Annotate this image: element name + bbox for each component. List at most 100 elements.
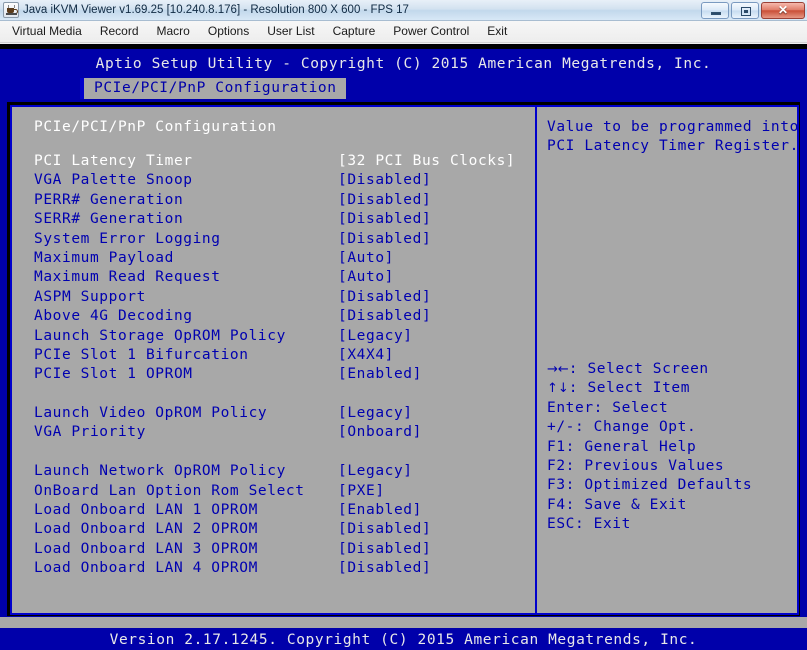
bios-version-text: Version 2.17.1245. Copyright (C) 2015 Am… bbox=[109, 632, 698, 648]
section-heading: PCIe/PCI/PnP Configuration bbox=[34, 119, 277, 135]
setting-value[interactable]: [Disabled] bbox=[338, 211, 431, 227]
minimize-button[interactable] bbox=[701, 1, 729, 19]
setting-label: Maximum Read Request bbox=[34, 269, 221, 286]
setting-value[interactable]: [Legacy] bbox=[338, 463, 413, 479]
settings-row[interactable]: VGA Priority [Onboard] bbox=[34, 424, 529, 443]
setting-value[interactable]: [X4X4] bbox=[338, 347, 394, 363]
setting-value[interactable]: [Auto] bbox=[338, 269, 394, 285]
settings-row[interactable]: PCI Latency Timer [32 PCI Bus Clocks] bbox=[34, 153, 529, 172]
help-line: PCI Latency Timer Register. bbox=[547, 138, 799, 155]
settings-row[interactable]: Load Onboard LAN 2 OPROM [Disabled] bbox=[34, 521, 529, 540]
key-legend-line: ESC: Exit bbox=[547, 516, 631, 533]
settings-row[interactable]: Maximum Payload [Auto] bbox=[34, 250, 529, 269]
settings-row[interactable]: PCIe Slot 1 OPROM [Enabled] bbox=[34, 366, 529, 385]
window-titlebar: Java iKVM Viewer v1.69.25 [10.240.8.176]… bbox=[0, 0, 807, 21]
settings-row[interactable]: Launch Storage OpROM Policy [Legacy] bbox=[34, 328, 529, 347]
key-legend-text: : Select Item bbox=[568, 380, 691, 397]
setting-label: PCIe Slot 1 OPROM bbox=[34, 366, 193, 383]
menu-item-exit[interactable]: Exit bbox=[478, 21, 516, 42]
setting-value[interactable]: [Legacy] bbox=[338, 328, 413, 344]
settings-row[interactable]: PERR# Generation [Disabled] bbox=[34, 192, 529, 211]
setting-value[interactable]: [Disabled] bbox=[338, 541, 431, 557]
key-legend-line: Enter: Select bbox=[547, 399, 669, 416]
menu-item-user-list[interactable]: User List bbox=[258, 21, 323, 42]
footer-divider-strip bbox=[0, 617, 807, 628]
setting-value[interactable]: [Disabled] bbox=[338, 192, 431, 208]
setting-value[interactable]: [Disabled] bbox=[338, 521, 431, 537]
setting-value[interactable]: [Enabled] bbox=[338, 366, 422, 382]
bios-footer: Version 2.17.1245. Copyright (C) 2015 Am… bbox=[0, 628, 807, 650]
setting-value[interactable]: [Disabled] bbox=[338, 308, 431, 324]
setting-label: Launch Storage OpROM Policy bbox=[34, 327, 286, 344]
settings-row[interactable]: VGA Palette Snoop [Disabled] bbox=[34, 172, 529, 191]
settings-row[interactable]: Launch Network OpROM Policy [Legacy] bbox=[34, 463, 529, 482]
settings-row[interactable]: System Error Logging [Disabled] bbox=[34, 231, 529, 250]
settings-row-spacer bbox=[34, 444, 529, 463]
menu-item-capture[interactable]: Capture bbox=[324, 21, 385, 42]
setting-label: Load Onboard LAN 4 OPROM bbox=[34, 560, 258, 577]
settings-row[interactable]: Load Onboard LAN 1 OPROM [Enabled] bbox=[34, 502, 529, 521]
menubar: Virtual Media Record Macro Options User … bbox=[0, 21, 807, 43]
key-legend-line: F1: General Help bbox=[547, 438, 697, 455]
help-panel: Value to be programmed into PCI Latency T… bbox=[537, 105, 799, 615]
remote-console-viewport[interactable]: Aptio Setup Utility - Copyright (C) 2015… bbox=[0, 44, 807, 650]
setting-value[interactable]: [Enabled] bbox=[338, 502, 422, 518]
setting-value[interactable]: [PXE] bbox=[338, 483, 385, 499]
setting-label: PCIe Slot 1 Bifurcation bbox=[34, 346, 249, 363]
setting-label: System Error Logging bbox=[34, 230, 221, 247]
setting-label: Load Onboard LAN 2 OPROM bbox=[34, 521, 258, 538]
settings-row-spacer bbox=[34, 386, 529, 405]
setting-value[interactable]: [Auto] bbox=[338, 250, 394, 266]
key-legend-text: : Select Screen bbox=[568, 361, 709, 377]
setting-label: Maximum Payload bbox=[34, 249, 174, 266]
settings-row[interactable]: Load Onboard LAN 4 OPROM [Disabled] bbox=[34, 560, 529, 579]
arrow-keys-icon: ↑↓ bbox=[547, 381, 569, 397]
help-description: Value to be programmed into PCI Latency T… bbox=[547, 119, 799, 158]
setting-label: Load Onboard LAN 1 OPROM bbox=[34, 502, 258, 519]
menu-item-virtual-media[interactable]: Virtual Media bbox=[3, 21, 91, 42]
key-legend-line: F2: Previous Values bbox=[547, 457, 725, 474]
setting-label: PERR# Generation bbox=[34, 191, 184, 208]
window-title: Java iKVM Viewer v1.69.25 [10.240.8.176]… bbox=[23, 4, 409, 16]
setting-value[interactable]: [Legacy] bbox=[338, 405, 413, 421]
setting-value[interactable]: [Disabled] bbox=[338, 289, 431, 305]
settings-row[interactable]: OnBoard Lan Option Rom Select [PXE] bbox=[34, 483, 529, 502]
setting-value[interactable]: [Onboard] bbox=[338, 424, 422, 440]
setting-label: PCI Latency Timer bbox=[34, 153, 193, 169]
minimize-icon bbox=[711, 11, 721, 15]
setting-value[interactable]: [32 PCI Bus Clocks] bbox=[338, 153, 515, 169]
settings-row[interactable]: Above 4G Decoding [Disabled] bbox=[34, 308, 529, 327]
key-legend: →←: Select Screen ↑↓: Select Item Enter: S… bbox=[547, 361, 793, 536]
setting-label: VGA Priority bbox=[34, 424, 146, 441]
menu-item-record[interactable]: Record bbox=[91, 21, 148, 42]
settings-row[interactable]: ASPM Support [Disabled] bbox=[34, 289, 529, 308]
maximize-button[interactable] bbox=[731, 1, 759, 19]
settings-row[interactable]: SERR# Generation [Disabled] bbox=[34, 211, 529, 230]
key-legend-line: ↑↓: Select Item bbox=[547, 380, 793, 399]
setting-label: Above 4G Decoding bbox=[34, 308, 193, 325]
settings-row[interactable]: Maximum Read Request [Auto] bbox=[34, 269, 529, 288]
menu-item-macro[interactable]: Macro bbox=[148, 21, 199, 42]
key-legend-line: F3: Optimized Defaults bbox=[547, 477, 753, 494]
window-controls: ✕ bbox=[699, 1, 805, 19]
bios-screen: Aptio Setup Utility - Copyright (C) 2015… bbox=[0, 49, 807, 650]
settings-row[interactable]: Load Onboard LAN 3 OPROM [Disabled] bbox=[34, 541, 529, 560]
setting-value[interactable]: [Disabled] bbox=[338, 231, 431, 247]
menu-item-options[interactable]: Options bbox=[199, 21, 258, 42]
setting-value[interactable]: [Disabled] bbox=[338, 560, 431, 576]
key-legend-line: →←: Select Screen bbox=[547, 361, 793, 380]
setting-label: ASPM Support bbox=[34, 288, 146, 305]
settings-row[interactable]: PCIe Slot 1 Bifurcation [X4X4] bbox=[34, 347, 529, 366]
bios-panels: PCIe/PCI/PnP Configuration PCI Latency T… bbox=[7, 102, 800, 616]
close-button[interactable]: ✕ bbox=[761, 1, 805, 19]
close-icon: ✕ bbox=[777, 2, 789, 17]
tab-pcie-pci-pnp-configuration[interactable]: PCIe/PCI/PnP Configuration bbox=[80, 78, 346, 99]
setting-label: Launch Network OpROM Policy bbox=[34, 463, 286, 480]
key-legend-line: +/-: Change Opt. bbox=[547, 419, 697, 436]
setting-label: Launch Video OpROM Policy bbox=[34, 405, 268, 422]
settings-row[interactable]: Launch Video OpROM Policy [Legacy] bbox=[34, 405, 529, 424]
menu-item-power-control[interactable]: Power Control bbox=[384, 21, 478, 42]
ikvm-viewer-window: Java iKVM Viewer v1.69.25 [10.240.8.176]… bbox=[0, 0, 807, 650]
maximize-icon bbox=[741, 6, 751, 16]
setting-value[interactable]: [Disabled] bbox=[338, 172, 431, 188]
